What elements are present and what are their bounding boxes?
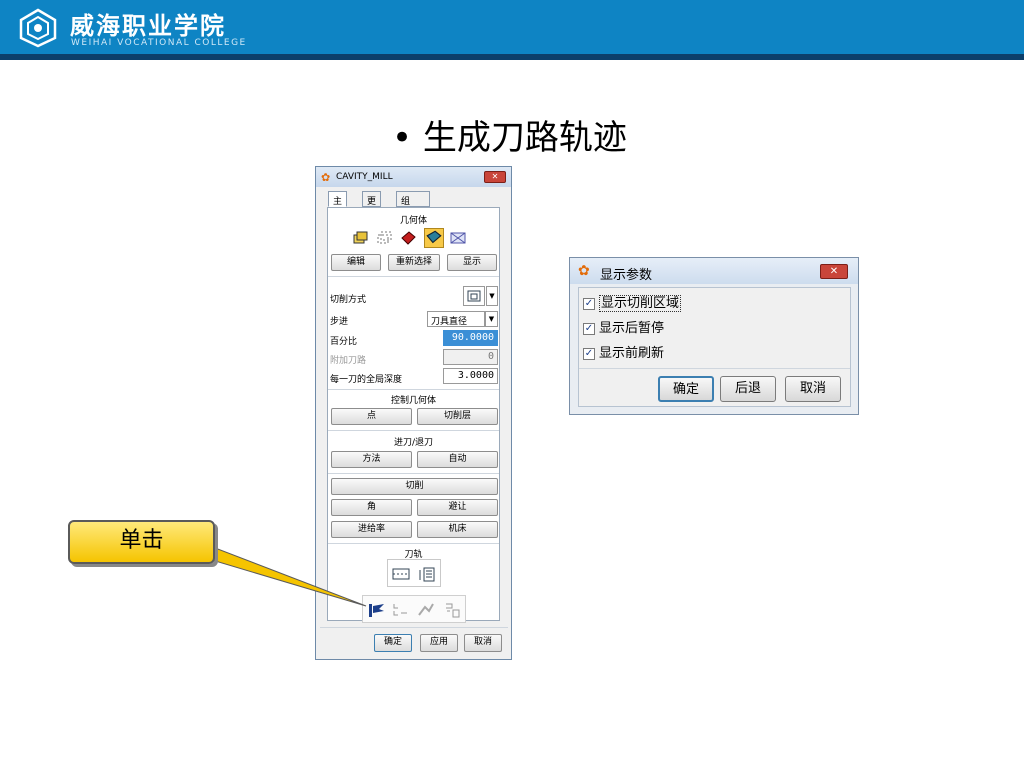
ok-button[interactable]: 确定	[658, 376, 714, 402]
checkbox[interactable]: ✓	[583, 322, 595, 335]
percent-label: 百分比	[330, 337, 358, 347]
reselect-button[interactable]: 重新选择	[388, 254, 440, 271]
additional-passes-input[interactable]: 0	[443, 349, 498, 365]
stepover-label: 步进	[330, 317, 349, 327]
follow-periphery-icon	[467, 290, 481, 302]
option-label: 显示切削区域	[599, 295, 682, 312]
tab-main[interactable]: 主界面	[328, 191, 348, 233]
depth-input[interactable]: 3.0000	[443, 368, 498, 384]
depth-label: 每一刀的全局深度	[330, 375, 403, 385]
corner-button[interactable]: 角	[331, 499, 412, 516]
machine-button[interactable]: 机床	[417, 521, 498, 538]
nx-app-icon: ✿	[578, 263, 590, 279]
edit-button[interactable]: 编辑	[331, 254, 381, 271]
trim-boundary-icon[interactable]	[450, 230, 466, 246]
option-pause-after-display[interactable]: ✓ 显示后暂停	[583, 317, 665, 336]
avoidance-button[interactable]: 避让	[417, 499, 498, 516]
display-button[interactable]: 显示	[447, 254, 497, 271]
toolpath-icon-group	[387, 559, 441, 587]
auto-button[interactable]: 自动	[417, 451, 498, 468]
popup-titlebar: ✿ 显示参数 ✕	[570, 258, 858, 284]
method-button[interactable]: 方法	[331, 451, 412, 468]
divider	[579, 368, 850, 369]
tab-more[interactable]: 更多	[362, 191, 382, 220]
divider	[328, 276, 499, 277]
dialog-title: CAVITY_MILL	[336, 172, 393, 182]
nx-app-icon: ✿	[321, 171, 331, 184]
divider	[328, 389, 499, 390]
popup-body: ✓ 显示切削区域 ✓ 显示后暂停 ✓ 显示前刷新 确定 后退 取消	[578, 287, 851, 407]
school-name: 威海职业学院	[70, 12, 226, 40]
part-geometry-icon[interactable]	[352, 230, 368, 246]
control-geometry-label: 控制几何体	[390, 396, 436, 406]
option-label: 显示前刷新	[599, 346, 665, 361]
chevron-down-icon[interactable]: ▼	[486, 286, 498, 306]
dialog-titlebar: ✿ CAVITY_MILL ✕	[316, 167, 511, 187]
tab-group[interactable]: 组	[396, 191, 430, 207]
cancel-button[interactable]: 取消	[464, 634, 502, 652]
verify-icon[interactable]	[417, 601, 435, 619]
cut-pattern-selector[interactable]	[463, 286, 485, 306]
divider	[328, 473, 499, 474]
school-name-en: WEIHAI VOCATIONAL COLLEGE	[71, 38, 247, 48]
percent-input[interactable]: 90.0000	[443, 330, 498, 346]
cut-pattern-label: 切削方式	[330, 295, 367, 305]
back-button[interactable]: 后退	[720, 376, 776, 402]
cancel-button[interactable]: 取消	[785, 376, 841, 402]
toolpath-list-icon[interactable]	[418, 566, 436, 582]
option-label: 显示后暂停	[599, 321, 665, 336]
feeds-button[interactable]: 进给率	[331, 521, 412, 538]
divider	[328, 543, 499, 544]
header-divider	[0, 54, 1024, 60]
additional-passes-label: 附加刀路	[330, 356, 367, 366]
cavity-mill-dialog: ✿ CAVITY_MILL ✕ 主界面 更多 组 几何体 编辑 重新选择 显示 …	[315, 166, 512, 660]
checkbox[interactable]: ✓	[583, 297, 595, 310]
close-icon[interactable]: ✕	[484, 171, 506, 183]
points-button[interactable]: 点	[331, 408, 412, 425]
ok-button[interactable]: 确定	[374, 634, 412, 652]
main-panel: 几何体 编辑 重新选择 显示 切削方式 ▼ 步进 刀具直径 ▼ 百分比 90.0…	[327, 207, 500, 621]
slide-title: • 生成刀路轨迹	[392, 118, 627, 158]
blank-geometry-icon[interactable]	[376, 230, 392, 246]
divider	[320, 627, 508, 628]
apply-button[interactable]: 应用	[420, 634, 458, 652]
cut-levels-button[interactable]: 切削层	[417, 408, 498, 425]
engage-retract-label: 进刀/退刀	[393, 438, 434, 448]
list-output-icon[interactable]	[443, 601, 461, 619]
geometry-label: 几何体	[399, 216, 427, 226]
close-icon[interactable]: ✕	[820, 264, 848, 279]
generate-toolpath-icon[interactable]	[367, 601, 385, 619]
toolpath-edit-icon[interactable]	[392, 566, 410, 582]
stepover-select[interactable]: 刀具直径	[427, 311, 485, 327]
callout-click: 单击	[68, 520, 215, 564]
cut-area-icon[interactable]	[424, 228, 444, 248]
action-icon-group	[362, 595, 466, 623]
college-logo-icon	[19, 8, 57, 48]
display-params-dialog: ✿ 显示参数 ✕ ✓ 显示切削区域 ✓ 显示后暂停 ✓ 显示前刷新 确定 后退 取消	[569, 257, 859, 415]
popup-title: 显示参数	[600, 268, 653, 283]
checkbox[interactable]: ✓	[583, 347, 595, 360]
divider	[328, 430, 499, 431]
cutting-button[interactable]: 切削	[331, 478, 498, 495]
option-show-cut-area[interactable]: ✓ 显示切削区域	[583, 292, 682, 312]
chevron-down-icon[interactable]: ▼	[485, 311, 498, 327]
check-geometry-icon[interactable]	[400, 230, 416, 246]
replay-icon[interactable]	[391, 601, 409, 619]
option-refresh-before-display[interactable]: ✓ 显示前刷新	[583, 342, 665, 361]
